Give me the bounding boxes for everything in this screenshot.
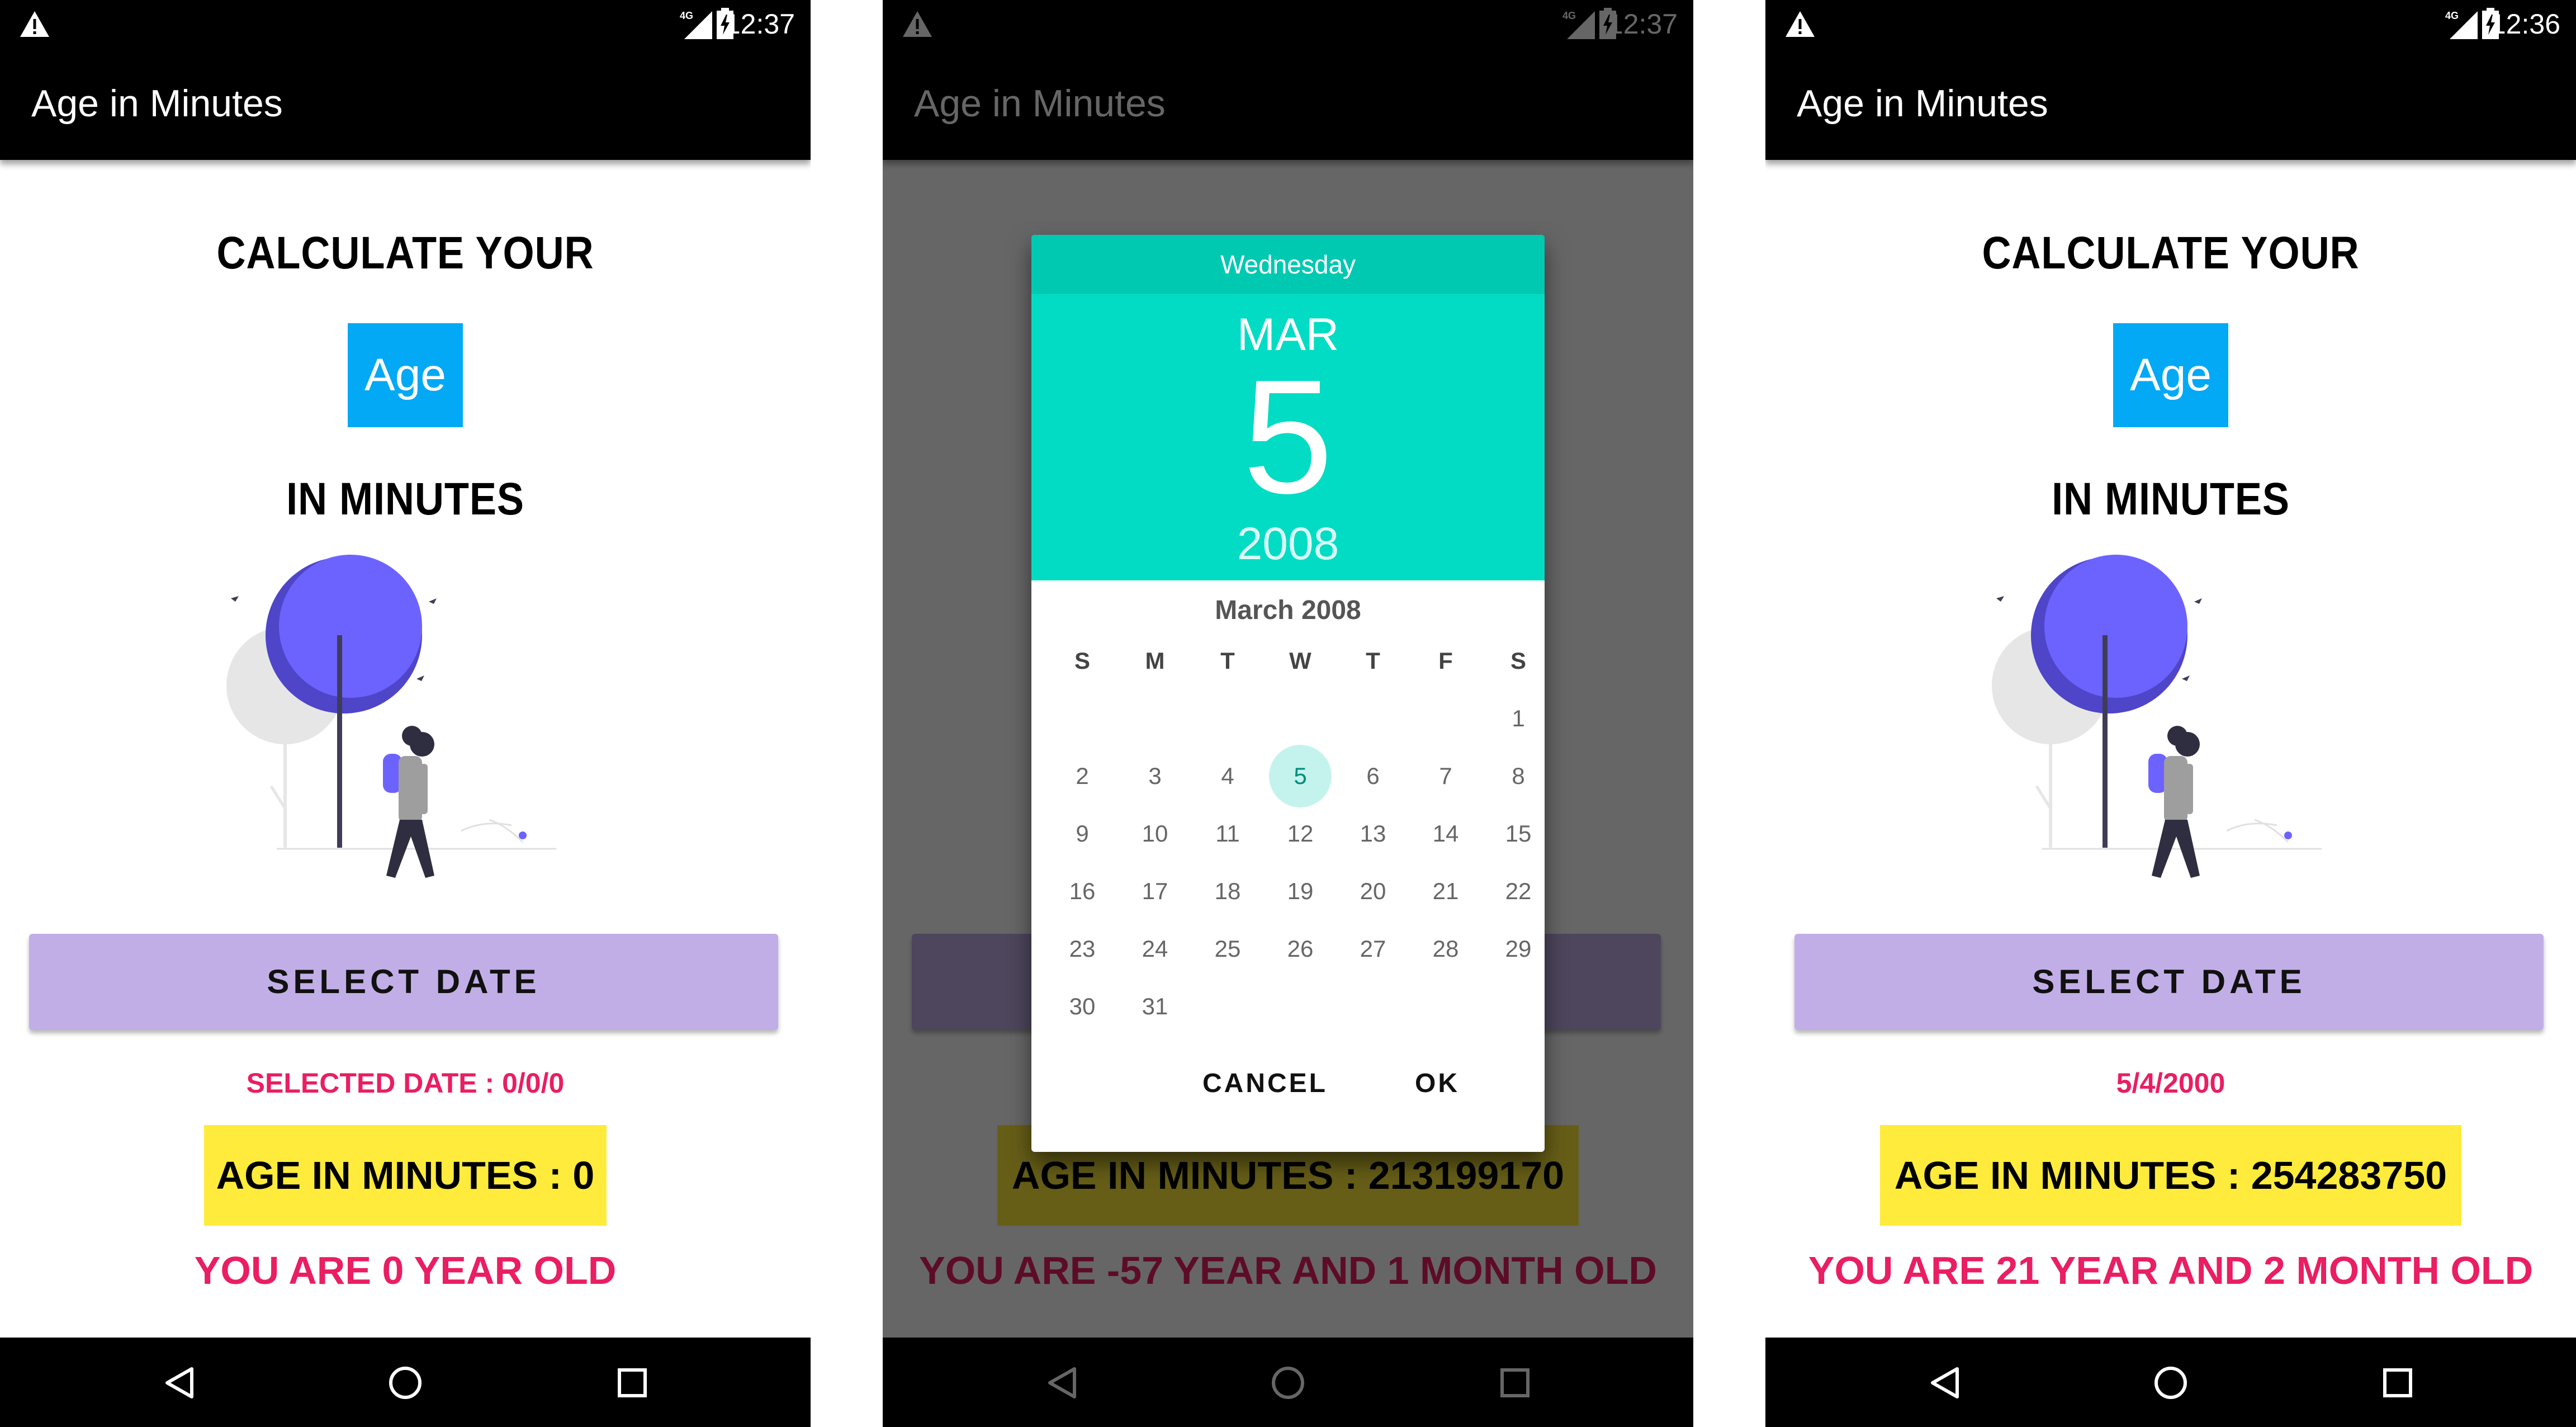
calendar-weekday-label: S xyxy=(1510,648,1526,674)
back-icon[interactable] xyxy=(159,1363,198,1402)
calendar-day[interactable]: 29 xyxy=(1482,920,1545,977)
heading-calculate-your: CALCULATE YOUR xyxy=(1982,228,2360,278)
signal-4g-icon: 4G xyxy=(680,10,712,39)
status-time: 12:37 xyxy=(724,8,795,40)
signal-4g-icon: 4G xyxy=(2445,10,2478,39)
dialog-weekday: Wednesday xyxy=(1031,235,1545,294)
calendar-week-row: 23 24 25 26 27 28 29 xyxy=(1046,920,1545,977)
calendar-week-row: 9 10 11 12 13 14 15 xyxy=(1046,805,1545,862)
calendar-day[interactable]: 8 xyxy=(1482,747,1545,805)
select-date-button[interactable]: SELECT DATE xyxy=(29,934,778,1030)
calendar-day-selected[interactable]: 5 xyxy=(1264,744,1337,807)
calendar-weekday-label: W xyxy=(1289,648,1311,674)
calendar-day[interactable]: 25 xyxy=(1191,920,1264,977)
calendar-day[interactable]: 28 xyxy=(1409,920,1482,977)
calendar-day[interactable]: 30 xyxy=(1046,977,1119,1035)
warning-icon xyxy=(20,11,49,37)
calendar-day[interactable]: 31 xyxy=(1119,977,1191,1035)
calendar-day[interactable]: 27 xyxy=(1337,920,1409,977)
status-time: 12:36 xyxy=(2490,8,2560,40)
dialog-header: MAR 5 2008 xyxy=(1031,294,1545,580)
calendar-day[interactable]: 13 xyxy=(1337,805,1409,862)
heading-calculate-your: CALCULATE YOUR xyxy=(216,228,594,278)
dialog-year[interactable]: 2008 xyxy=(1031,518,1545,570)
age-word-box: Age xyxy=(2113,323,2228,427)
calendar-week-row: 16 17 18 19 20 21 22 xyxy=(1046,862,1545,920)
calendar-day[interactable]: 15 xyxy=(1482,805,1545,862)
age-word-box: Age xyxy=(348,323,463,427)
svg-text:4G: 4G xyxy=(680,10,693,21)
calendar-day[interactable]: 1 xyxy=(1482,689,1545,747)
app-bar: Age in Minutes xyxy=(1765,48,2576,160)
woman-walking-under-tree-illustration xyxy=(1992,555,2322,878)
cancel-button[interactable]: CANCEL xyxy=(1202,1068,1328,1099)
calendar-day[interactable]: 19 xyxy=(1264,862,1337,920)
calendar-day[interactable]: 14 xyxy=(1409,805,1482,862)
calendar-day[interactable]: 23 xyxy=(1046,920,1119,977)
heading-in-minutes: IN MINUTES xyxy=(2052,474,2290,525)
selected-date-text: 5/4/2000 xyxy=(2116,1067,2225,1099)
calendar-weekday-label: S xyxy=(1074,648,1090,674)
calendar-day[interactable]: 24 xyxy=(1119,920,1191,977)
date-picker-dialog: Wednesday MAR 5 2008 March 2008 S M T W T F S 1… xyxy=(1031,235,1545,1152)
navigation-bar xyxy=(1765,1338,2576,1427)
ok-button[interactable]: OK xyxy=(1415,1068,1460,1099)
age-in-years-text: YOU ARE 21 YEAR AND 2 MONTH OLD xyxy=(1808,1249,2534,1292)
calendar-day[interactable]: 9 xyxy=(1046,805,1119,862)
status-bar: 4G 12:36 xyxy=(1765,0,2576,48)
recents-icon[interactable] xyxy=(613,1363,652,1402)
calendar-day[interactable]: 17 xyxy=(1119,862,1191,920)
calendar-day[interactable]: 2 xyxy=(1046,747,1119,805)
calendar-weekday-label: T xyxy=(1366,648,1380,674)
age-in-minutes-label: AGE IN MINUTES : 0 xyxy=(204,1125,607,1226)
calendar-month-title: March 2008 xyxy=(1215,596,1361,625)
calendar-day[interactable]: 16 xyxy=(1046,862,1119,920)
phone-screen-3: 4G 12:36 Age in Minutes CALCULATE YOUR A… xyxy=(1765,0,2576,1427)
warning-icon xyxy=(1786,11,1815,37)
phone-screen-1: 4G 12:37 Age in Minutes CALCULATE YOUR A… xyxy=(0,0,811,1427)
calendar-day[interactable]: 4 xyxy=(1191,747,1264,805)
calendar-day[interactable]: 12 xyxy=(1264,805,1337,862)
home-icon[interactable] xyxy=(386,1363,425,1402)
main-content: CALCULATE YOUR Age IN MINUTES xyxy=(0,160,811,1340)
calendar-weekday-label: T xyxy=(1220,648,1235,674)
calendar-day[interactable]: 3 xyxy=(1119,747,1191,805)
calendar-weekday-label: M xyxy=(1145,648,1165,674)
woman-walking-under-tree-illustration xyxy=(226,555,556,878)
heading-in-minutes: IN MINUTES xyxy=(286,474,524,525)
back-icon[interactable] xyxy=(1925,1363,1964,1402)
calendar-day[interactable]: 21 xyxy=(1409,862,1482,920)
calendar-day[interactable]: 10 xyxy=(1119,805,1191,862)
app-bar: Age in Minutes xyxy=(0,48,811,160)
calendar-week-row: 30 31 xyxy=(1046,977,1545,1035)
main-content: CALCULATE YOUR Age IN MINUTES xyxy=(1765,160,2576,1340)
recents-icon[interactable] xyxy=(2378,1363,2417,1402)
calendar-day[interactable]: 22 xyxy=(1482,862,1545,920)
calendar-day[interactable]: 18 xyxy=(1191,862,1264,920)
phone-screen-2: 4G 12:37 Age in Minutes CALCULATE YOUR A… xyxy=(883,0,1693,1427)
svg-text:4G: 4G xyxy=(2445,10,2459,21)
calendar-day[interactable]: 20 xyxy=(1337,862,1409,920)
home-icon[interactable] xyxy=(2151,1363,2190,1402)
navigation-bar xyxy=(0,1338,811,1427)
calendar-week-row: 1 xyxy=(1046,689,1545,747)
selected-date-text: SELECTED DATE : 0/0/0 xyxy=(246,1067,565,1099)
app-title: Age in Minutes xyxy=(31,82,283,125)
calendar-weekday-row: SMTWTFS xyxy=(1046,632,1545,689)
age-in-minutes-label: AGE IN MINUTES : 254283750 xyxy=(1880,1125,2461,1226)
status-bar: 4G 12:37 xyxy=(0,0,811,48)
calendar-week-row: 2345678 xyxy=(1046,744,1545,807)
calendar-day[interactable]: 26 xyxy=(1264,920,1337,977)
dialog-day[interactable]: 5 xyxy=(1031,356,1545,518)
age-in-years-text: YOU ARE 0 YEAR OLD xyxy=(194,1249,617,1292)
calendar-day[interactable]: 6 xyxy=(1337,747,1409,805)
app-title: Age in Minutes xyxy=(1797,82,2048,125)
calendar-day[interactable]: 11 xyxy=(1191,805,1264,862)
calendar-day[interactable]: 7 xyxy=(1409,747,1482,805)
select-date-button[interactable]: SELECT DATE xyxy=(1794,934,2544,1030)
calendar-weekday-label: F xyxy=(1438,648,1453,674)
